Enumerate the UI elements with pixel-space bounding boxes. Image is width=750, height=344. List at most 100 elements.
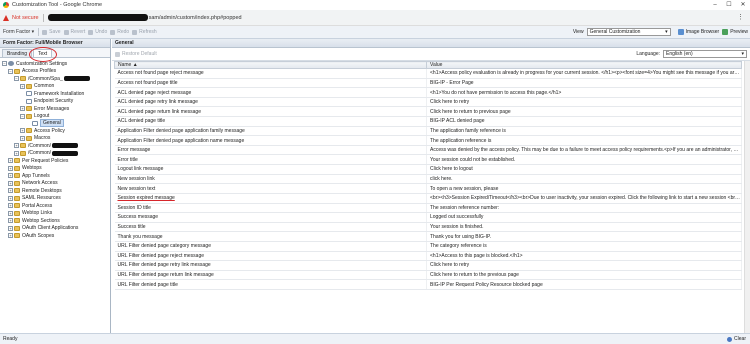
image-browser-button[interactable]: Image Browser [677, 29, 719, 35]
cell-value[interactable]: BIG-IP Per Request Policy Resource block… [426, 279, 742, 290]
tree-item[interactable]: + /Common/ [0, 142, 110, 149]
expand-icon[interactable]: + [8, 158, 13, 164]
cell-value[interactable]: Your session is finished. [426, 222, 742, 233]
tab-branding[interactable]: Branding [2, 49, 33, 57]
cell-value[interactable]: Click here to logout [426, 164, 742, 175]
tree-item[interactable]: − /Common/Spa_ [0, 75, 110, 82]
cell-value[interactable]: The application reference is [426, 135, 742, 146]
security-warning[interactable]: Not secure [3, 14, 43, 21]
tree-item[interactable]: + Error Messages [0, 105, 110, 112]
minimize-button[interactable]: – [708, 0, 722, 10]
expand-icon[interactable]: + [8, 210, 13, 216]
save-button[interactable]: Save [42, 29, 61, 35]
table-row[interactable]: Success title Your session is finished. [114, 222, 742, 233]
tree-item[interactable]: General [0, 119, 110, 128]
table-row[interactable]: Error title Your session could not be est… [114, 154, 742, 166]
expand-icon[interactable]: + [8, 188, 13, 194]
expand-icon[interactable]: + [8, 225, 13, 231]
tree-item[interactable]: − Customization Settings [0, 60, 110, 67]
undo-button[interactable]: Undo [88, 29, 107, 35]
tree-item[interactable]: + Portal Access [0, 202, 110, 209]
url-path[interactable]: sam/admin/custom/index.php#popped [149, 15, 242, 21]
language-select[interactable]: English (en) ▾ [663, 50, 747, 58]
tree-item[interactable]: + Remote Desktops [0, 187, 110, 194]
expand-icon[interactable]: + [8, 173, 13, 179]
expand-icon[interactable]: + [20, 106, 25, 112]
table-row[interactable]: Session expired message <br><h3>Session E… [114, 193, 742, 204]
vertical-scrollbar[interactable] [744, 61, 750, 333]
collapse-icon[interactable]: − [2, 61, 7, 67]
collapse-icon[interactable]: − [14, 76, 19, 82]
close-button[interactable]: ✕ [736, 0, 750, 10]
expand-icon[interactable]: + [14, 150, 19, 156]
table-row[interactable]: ACL denied page retry link message Click … [114, 97, 742, 108]
tree-item[interactable]: + Webtop Links [0, 209, 110, 216]
tree-item[interactable]: Endpoint Security [0, 97, 110, 104]
table-row[interactable]: ACL denied page reject message <h1>You do… [114, 87, 742, 98]
table-row[interactable]: ACL denied page return link message Click… [114, 106, 742, 118]
cell-value[interactable]: <h1>Access to this page is blocked.</h1> [426, 251, 742, 262]
table-row[interactable]: Error message Access was denied by the ac… [114, 145, 742, 156]
cell-value[interactable]: Thank you for using BIG-IP. [426, 231, 742, 242]
tree-item[interactable]: Framework Installation [0, 90, 110, 97]
expand-icon[interactable]: + [8, 195, 13, 201]
table-row[interactable]: URL Filter denied page category message T… [114, 241, 742, 252]
expand-icon[interactable]: + [14, 143, 19, 149]
column-header-name[interactable]: Name ▲ [114, 61, 427, 69]
revert-button[interactable]: Revert [63, 29, 85, 35]
expand-icon[interactable]: + [8, 218, 13, 224]
redo-button[interactable]: Redo [110, 29, 129, 35]
table-row[interactable]: Application Filter denied page applicati… [114, 126, 742, 137]
cell-value[interactable]: <h1>Access policy evaluation is already … [426, 68, 742, 79]
table-row[interactable]: URL Filter denied page title BIG-IP Per R… [114, 279, 742, 290]
tree-item[interactable]: + Macros [0, 135, 110, 142]
tree-item[interactable]: + Per Request Policies [0, 157, 110, 164]
collapse-icon[interactable]: − [20, 113, 25, 119]
form-factor-menu[interactable]: Form Factor ▾ [3, 29, 34, 35]
cell-value[interactable]: Click here to retry [426, 97, 742, 108]
cell-value[interactable]: BIG-IP - Error Page [426, 78, 742, 89]
browser-menu-icon[interactable]: ⋮ [737, 13, 744, 21]
address-bar[interactable]: Not secure sam/admin/custom/index.php#po… [0, 10, 750, 26]
tree-item[interactable]: + Common [0, 82, 110, 89]
tree-item[interactable]: + /Common/ [0, 150, 110, 157]
expand-icon[interactable]: + [20, 128, 25, 134]
cell-value[interactable]: The application family reference is [426, 126, 742, 137]
cell-value[interactable]: Logged out successfully [426, 212, 742, 223]
cell-value[interactable]: <h1>You do not have permission to access… [426, 87, 742, 98]
cell-value[interactable]: The session reference number: [426, 203, 742, 214]
table-row[interactable]: Session ID title The session reference nu… [114, 203, 742, 214]
table-row[interactable]: Access not found page title BIG-IP - Erro… [114, 78, 742, 89]
tree-item[interactable]: + Network Access [0, 180, 110, 187]
cell-value[interactable]: The category reference is [426, 241, 742, 252]
tree-item[interactable]: + OAuth Scopes [0, 232, 110, 239]
cell-value[interactable]: Click here to return to the previous pag… [426, 270, 742, 281]
expand-icon[interactable]: + [20, 83, 25, 89]
cell-value[interactable]: Your session could not be established. [426, 154, 742, 166]
cell-value[interactable]: Access was denied by the access policy. … [426, 145, 742, 156]
cell-value[interactable]: Click here to return to previous page [426, 106, 742, 118]
cell-value[interactable]: Click here to retry [426, 260, 742, 271]
column-header-value[interactable]: Value [426, 61, 742, 69]
table-row[interactable]: URL Filter denied page reject message <h1… [114, 251, 742, 262]
cell-value[interactable]: click here. [426, 174, 742, 185]
preview-button[interactable]: Preview [722, 29, 748, 35]
tree-item[interactable]: + Access Policy [0, 127, 110, 134]
table-row[interactable]: New session link click here. [114, 174, 742, 185]
expand-icon[interactable]: + [8, 233, 13, 239]
table-row[interactable]: ACL denied page title BIG-IP ACL denied p… [114, 116, 742, 127]
refresh-button[interactable]: Refresh [132, 29, 157, 35]
table-row[interactable]: URL Filter denied page return link messa… [114, 270, 742, 281]
table-row[interactable]: Logout link message Click here to logout [114, 164, 742, 175]
tree-item[interactable]: + Webtops [0, 165, 110, 172]
cell-value[interactable]: <br><h3>Session Expired/Timeout</h3><br>… [426, 193, 742, 204]
tree-item[interactable]: − Access Profiles [0, 67, 110, 74]
cell-value[interactable]: To open a new session, please [426, 183, 742, 194]
table-row[interactable]: URL Filter denied page retry link messag… [114, 260, 742, 271]
table-row[interactable]: Thank you message Thank you for using BIG… [114, 231, 742, 242]
table-row[interactable]: New session text To open a new session, p… [114, 183, 742, 194]
expand-icon[interactable]: + [8, 180, 13, 186]
view-select[interactable]: General Customization ▾ [586, 28, 671, 36]
table-row[interactable]: Success message Logged out successfully [114, 212, 742, 223]
expand-icon[interactable]: + [8, 165, 13, 171]
